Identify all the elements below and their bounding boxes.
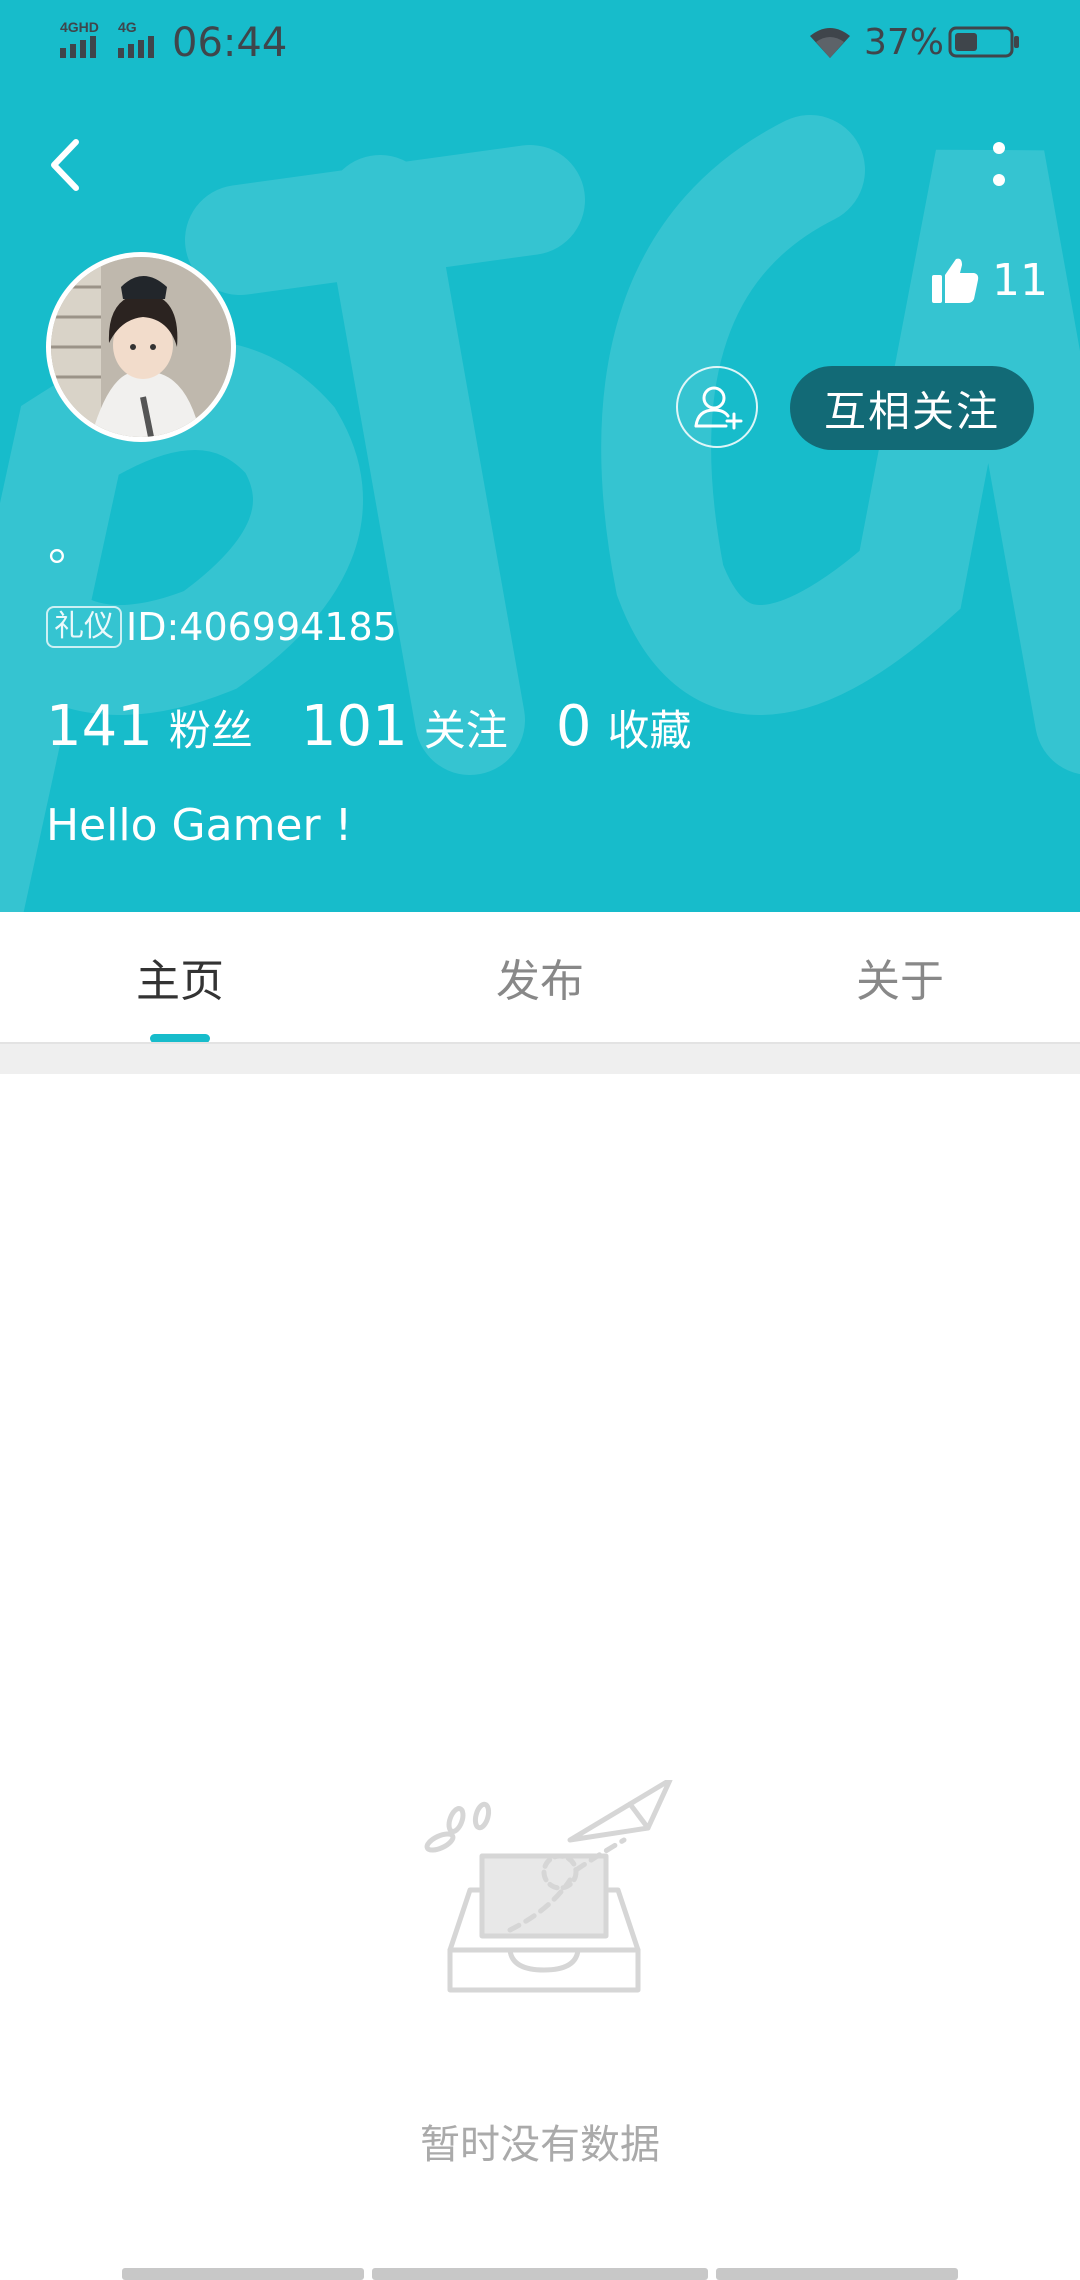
stat-favorites-count: 0 bbox=[555, 694, 592, 759]
mutual-follow-button[interactable]: 互相关注 bbox=[790, 366, 1034, 450]
svg-text:4G: 4G bbox=[118, 19, 137, 35]
status-time: 06:44 bbox=[172, 20, 288, 66]
etiquette-badge: 礼仪 bbox=[46, 606, 122, 648]
likes-counter[interactable]: 11 bbox=[930, 252, 1048, 308]
likes-count: 11 bbox=[992, 254, 1048, 306]
avatar[interactable] bbox=[46, 252, 236, 442]
stat-following[interactable]: 101 关注 bbox=[301, 694, 508, 759]
tab-about[interactable]: 关于 bbox=[720, 912, 1080, 1042]
tab-bar: 主页 发布 关于 bbox=[0, 912, 1080, 1042]
stat-fans-count: 141 bbox=[46, 694, 153, 759]
tab-posts[interactable]: 发布 bbox=[360, 912, 720, 1042]
battery-icon bbox=[948, 26, 1019, 58]
more-vertical-icon[interactable] bbox=[976, 136, 1022, 196]
stat-fans[interactable]: 141 粉丝 bbox=[46, 694, 253, 759]
empty-state-text: 暂时没有数据 bbox=[420, 2122, 660, 2168]
status-bar: 4GHD 4G 06:44 37% bbox=[0, 0, 1080, 90]
stat-following-count: 101 bbox=[300, 694, 408, 759]
svg-text:4GHD: 4GHD bbox=[60, 19, 99, 35]
wifi-icon bbox=[810, 28, 850, 58]
battery-percent: 37% bbox=[864, 22, 945, 63]
stat-following-label: 关注 bbox=[423, 706, 508, 755]
tab-home[interactable]: 主页 bbox=[0, 912, 360, 1042]
user-id: ID:406994185 bbox=[126, 605, 397, 649]
stat-favorites[interactable]: 0 收藏 bbox=[556, 694, 692, 759]
bottom-bar-segment bbox=[122, 2268, 364, 2280]
empty-inbox-icon bbox=[424, 1780, 673, 1993]
thumbs-up-icon bbox=[932, 258, 979, 303]
stat-fans-label: 粉丝 bbox=[168, 706, 253, 755]
stats-row: 141 粉丝 101 关注 0 收藏 bbox=[46, 694, 739, 764]
stat-favorites-label: 收藏 bbox=[607, 706, 692, 755]
add-user-icon bbox=[694, 386, 743, 430]
bio: Hello Gamer ! bbox=[46, 800, 353, 851]
bottom-nav-hint bbox=[0, 2268, 1080, 2280]
add-friend-button[interactable] bbox=[676, 366, 758, 448]
nickname: 。 bbox=[48, 517, 94, 571]
signal-icon: 4GHD 4G bbox=[60, 19, 154, 58]
bottom-bar-segment bbox=[716, 2268, 958, 2280]
user-id-row: 礼仪 ID:406994185 bbox=[46, 604, 397, 650]
back-button[interactable] bbox=[40, 130, 92, 200]
user-avatar bbox=[51, 257, 231, 437]
background-watermark bbox=[0, 115, 1080, 912]
section-divider bbox=[0, 1042, 1080, 1074]
profile-header: 4GHD 4G 06:44 37% 11 互相关注 。 礼仪 ID:406994… bbox=[0, 0, 1080, 912]
bottom-bar-segment bbox=[372, 2268, 708, 2280]
